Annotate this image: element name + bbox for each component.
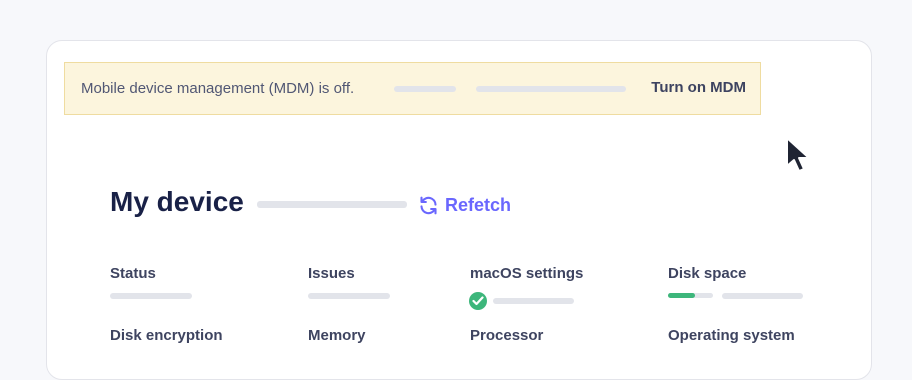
status-label: Status	[110, 265, 156, 282]
issues-label: Issues	[308, 265, 355, 282]
memory-label: Memory	[308, 327, 366, 344]
title-placeholder	[257, 201, 407, 208]
disk-space-bar-fill	[668, 293, 695, 298]
refetch-button[interactable]: Refetch	[418, 195, 511, 216]
mdm-banner-message: Mobile device management (MDM) is off.	[81, 80, 355, 97]
refetch-label: Refetch	[445, 195, 512, 215]
macos-settings-label: macOS settings	[470, 265, 584, 282]
check-circle-icon	[469, 292, 487, 310]
mouse-cursor-icon	[786, 137, 810, 172]
page-title: My device	[110, 186, 244, 217]
refresh-icon	[420, 196, 437, 215]
turn-on-mdm-button[interactable]: Turn on MDM	[651, 79, 746, 96]
macos-settings-value-placeholder	[493, 298, 574, 304]
processor-label: Processor	[470, 327, 544, 344]
disk-space-label: Disk space	[668, 265, 747, 282]
banner-placeholder-long	[476, 86, 626, 92]
operating-system-label: Operating system	[668, 327, 795, 344]
issues-value-placeholder	[308, 293, 390, 299]
status-value-placeholder	[110, 293, 192, 299]
disk-encryption-label: Disk encryption	[110, 327, 223, 344]
disk-space-value-placeholder	[722, 293, 803, 299]
mdm-banner: Mobile device management (MDM) is off. T…	[64, 62, 761, 115]
banner-placeholder-short	[394, 86, 456, 92]
